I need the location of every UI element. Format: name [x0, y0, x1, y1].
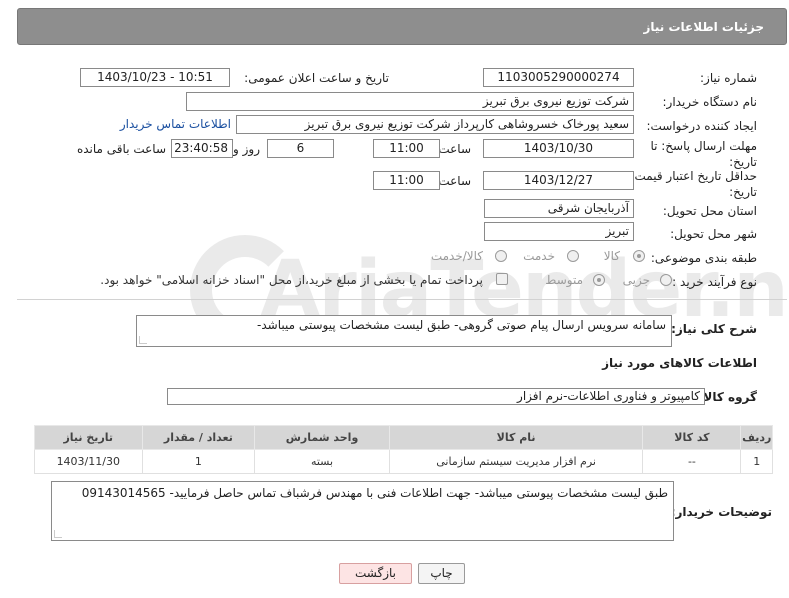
province-label: استان محل تحویل: — [662, 204, 757, 218]
category-goods-radio[interactable] — [633, 250, 645, 262]
col-row-number: ردیف — [740, 425, 773, 450]
cell-quantity: 1 — [141, 449, 256, 474]
buyer-contact-link[interactable]: اطلاعات تماس خریدار — [120, 117, 231, 131]
category-goods-service-radio[interactable] — [495, 250, 507, 262]
price-validity-date-field: 1403/12/27 — [483, 171, 634, 190]
resize-grip-icon[interactable] — [54, 530, 62, 538]
process-type-label: نوع فرآیند خرید : — [672, 275, 757, 289]
buyer-notes-textarea[interactable]: طبق لیست مشخصات پیوستی میباشد- جهت اطلاع… — [51, 481, 674, 541]
requester-field: سعید پورخاک خسروشاهی کارپرداز شرکت توزیع… — [236, 115, 634, 134]
price-validity-label: حداقل تاریخ اعتبار قیمت: تا تاریخ: — [619, 169, 757, 199]
need-number-field: 1103005290000274 — [483, 68, 634, 87]
category-service-label: خدمت — [523, 249, 555, 263]
cell-goods-code: -- — [642, 449, 742, 474]
description-label: شرح کلی نیاز: — [671, 322, 757, 336]
col-goods-code: کد کالا — [642, 425, 742, 450]
buyer-notes-label: توضیحات خریدار: — [670, 505, 772, 519]
price-validity-time-field: 11:00 — [373, 171, 440, 190]
section-divider — [17, 299, 787, 300]
table-row: 1 -- نرم افزار مدیریت سیستم سازمانی بسته… — [34, 449, 773, 474]
reply-date-field: 1403/10/30 — [483, 139, 634, 158]
description-textarea[interactable]: سامانه سرویس ارسال پیام صوتی گروهی- طبق … — [136, 315, 672, 347]
reply-time-field: 11:00 — [373, 139, 440, 158]
announce-date-label: تاریخ و ساعت اعلان عمومی: — [244, 71, 389, 85]
category-label: طبقه بندی موضوعی: — [650, 251, 757, 265]
days-label: روز و — [233, 142, 260, 156]
process-minor-label: جزیی — [622, 273, 650, 287]
remaining-time-label: ساعت باقی مانده — [76, 142, 166, 156]
goods-group-field: کامپیوتر و فناوری اطلاعات-نرم افزار — [167, 388, 705, 405]
price-validity-time-label: ساعت — [438, 174, 471, 188]
buyer-org-label: نام دستگاه خریدار: — [662, 95, 758, 109]
days-remaining-field: 6 — [267, 139, 334, 158]
reply-time-label: ساعت — [438, 142, 471, 156]
goods-table: ردیف کد کالا نام کالا واحد شمارش تعداد /… — [34, 425, 773, 474]
category-goods-service-label: کالا/خدمت — [430, 249, 483, 263]
treasury-payment-checkbox[interactable] — [496, 273, 508, 285]
remaining-time-field: 23:40:58 — [171, 139, 233, 158]
reply-deadline-label: مهلت ارسال پاسخ: تا تاریخ: — [650, 139, 757, 169]
province-field: آذربایجان شرقی — [484, 199, 634, 218]
category-goods-label: کالا — [603, 249, 620, 263]
requester-label: ایجاد کننده درخواست: — [646, 119, 757, 133]
back-button[interactable]: بازگشت — [339, 563, 412, 584]
cell-unit: بسته — [254, 449, 390, 474]
resize-grip-icon[interactable] — [139, 336, 147, 344]
col-need-date: تاریخ نیاز — [34, 425, 143, 450]
treasury-payment-note: پرداخت تمام یا بخشی از مبلغ خرید،از محل … — [100, 273, 483, 287]
page-title: جزئیات اطلاعات نیاز — [643, 20, 764, 34]
col-unit: واحد شمارش — [254, 425, 390, 450]
buyer-org-field: شرکت توزیع نیروی برق تبریز — [186, 92, 634, 111]
cell-goods-name: نرم افزار مدیریت سیستم سازمانی — [388, 449, 644, 474]
city-label: شهر محل تحویل: — [670, 227, 757, 241]
goods-table-header: ردیف کد کالا نام کالا واحد شمارش تعداد /… — [34, 425, 773, 450]
col-quantity: تعداد / مقدار — [141, 425, 256, 450]
goods-section-title: اطلاعات کالاهای مورد نیاز — [602, 356, 757, 370]
announce-date-field: 1403/10/23 - 10:51 — [80, 68, 230, 87]
buyer-notes-text: طبق لیست مشخصات پیوستی میباشد- جهت اطلاع… — [81, 486, 668, 500]
goods-group-label: گروه کالا: — [698, 390, 757, 404]
cell-row-number: 1 — [740, 449, 773, 474]
city-field: تبریز — [484, 222, 634, 241]
process-minor-radio[interactable] — [660, 274, 672, 286]
category-service-radio[interactable] — [567, 250, 579, 262]
need-number-label: شماره نیاز: — [700, 71, 757, 85]
page-header: جزئیات اطلاعات نیاز — [17, 8, 787, 45]
print-button[interactable]: چاپ — [418, 563, 465, 584]
process-medium-label: متوسط — [545, 273, 583, 287]
cell-need-date: 1403/11/30 — [34, 449, 143, 474]
description-text: سامانه سرویس ارسال پیام صوتی گروهی- طبق … — [257, 318, 666, 332]
process-medium-radio[interactable] — [593, 274, 605, 286]
col-goods-name: نام کالا — [388, 425, 644, 450]
